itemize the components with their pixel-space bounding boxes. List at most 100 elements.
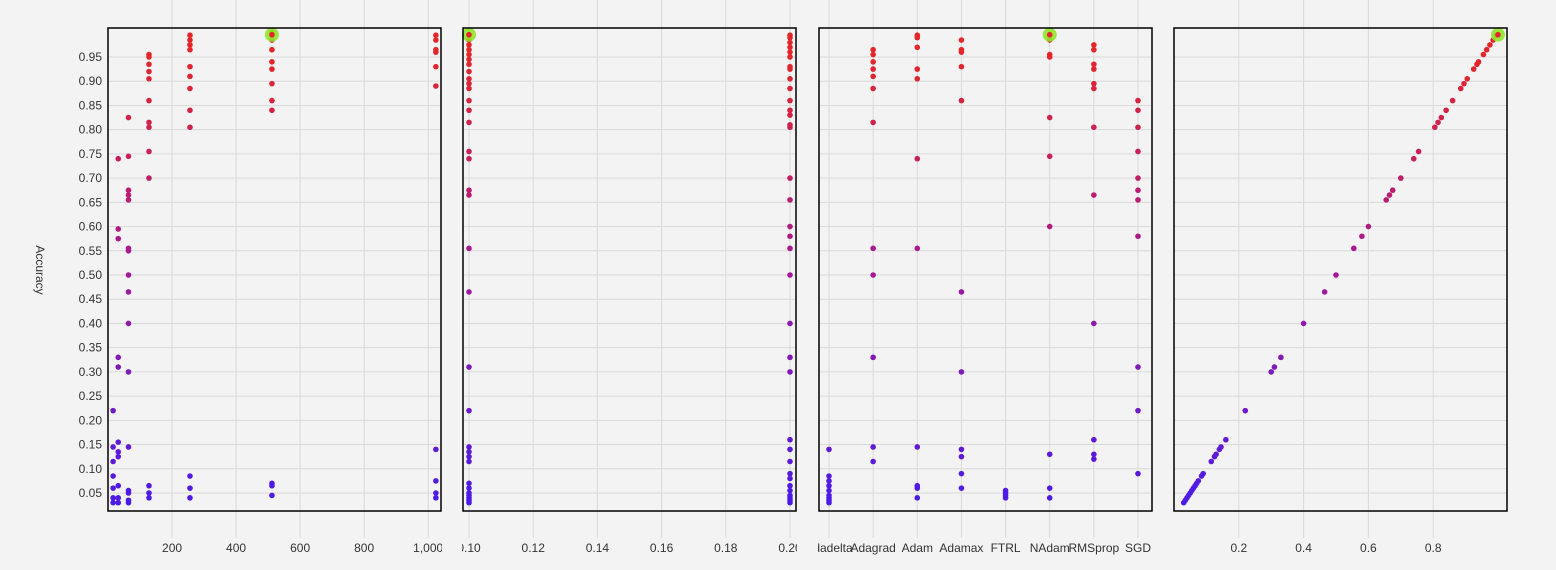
- data-point[interactable]: [1135, 187, 1141, 194]
- data-point[interactable]: [187, 495, 193, 501]
- data-point[interactable]: [958, 289, 965, 295]
- data-point[interactable]: [826, 478, 832, 484]
- data-point[interactable]: [110, 473, 116, 479]
- data-point[interactable]: [787, 107, 793, 114]
- data-point[interactable]: [466, 192, 472, 198]
- data-point[interactable]: [125, 153, 132, 160]
- data-point[interactable]: [1461, 80, 1467, 87]
- data-point[interactable]: [1464, 76, 1471, 82]
- data-point[interactable]: [1432, 124, 1438, 131]
- data-point[interactable]: [115, 155, 122, 162]
- data-point[interactable]: [870, 354, 876, 361]
- data-point[interactable]: [466, 76, 472, 82]
- data-point[interactable]: [466, 46, 472, 53]
- data-point[interactable]: [1091, 66, 1097, 72]
- data-point[interactable]: [787, 66, 793, 72]
- data-point[interactable]: [1091, 61, 1097, 68]
- data-point[interactable]: [787, 39, 793, 46]
- data-point[interactable]: [433, 490, 439, 496]
- best-point[interactable]: [269, 31, 275, 38]
- data-point[interactable]: [433, 32, 439, 38]
- data-point[interactable]: [787, 354, 793, 361]
- data-point[interactable]: [466, 449, 472, 455]
- data-point[interactable]: [787, 223, 793, 230]
- data-point[interactable]: [914, 495, 921, 501]
- data-point[interactable]: [1365, 223, 1372, 230]
- data-point[interactable]: [125, 192, 132, 198]
- data-point[interactable]: [466, 56, 472, 63]
- data-point[interactable]: [1200, 470, 1206, 477]
- data-point[interactable]: [870, 119, 876, 126]
- data-point[interactable]: [787, 470, 793, 477]
- data-point[interactable]: [1386, 192, 1393, 198]
- data-point[interactable]: [269, 66, 275, 72]
- data-point[interactable]: [958, 470, 965, 477]
- data-point[interactable]: [115, 354, 122, 361]
- data-point[interactable]: [433, 37, 439, 43]
- data-point[interactable]: [433, 63, 439, 70]
- data-point[interactable]: [787, 44, 793, 51]
- data-point[interactable]: [787, 475, 793, 482]
- data-point[interactable]: [958, 97, 965, 104]
- data-point[interactable]: [1480, 51, 1487, 58]
- data-point[interactable]: [1321, 289, 1328, 295]
- data-point[interactable]: [1218, 444, 1224, 450]
- data-point[interactable]: [146, 68, 152, 75]
- data-point[interactable]: [826, 482, 832, 489]
- data-point[interactable]: [433, 83, 439, 89]
- data-point[interactable]: [1091, 80, 1097, 87]
- data-point[interactable]: [115, 226, 122, 232]
- data-point[interactable]: [433, 446, 439, 453]
- data-point[interactable]: [269, 492, 275, 499]
- data-point[interactable]: [1135, 364, 1141, 370]
- data-point[interactable]: [146, 97, 152, 104]
- data-point[interactable]: [787, 320, 793, 327]
- data-point[interactable]: [1135, 175, 1141, 181]
- data-point[interactable]: [466, 97, 472, 104]
- data-point[interactable]: [1333, 272, 1339, 278]
- data-point[interactable]: [914, 34, 921, 41]
- data-point[interactable]: [1135, 407, 1141, 414]
- data-point[interactable]: [1475, 59, 1482, 65]
- data-point[interactable]: [1135, 97, 1141, 104]
- data-point[interactable]: [125, 320, 132, 327]
- data-point[interactable]: [1091, 85, 1097, 92]
- data-point[interactable]: [466, 61, 472, 68]
- data-point[interactable]: [1091, 436, 1097, 443]
- data-point[interactable]: [146, 54, 152, 60]
- data-point[interactable]: [826, 473, 832, 479]
- data-point[interactable]: [1435, 119, 1441, 126]
- data-point[interactable]: [1483, 46, 1490, 53]
- data-point[interactable]: [787, 482, 793, 489]
- data-point[interactable]: [115, 482, 122, 489]
- data-point[interactable]: [1091, 320, 1097, 327]
- data-point[interactable]: [187, 485, 193, 491]
- data-point[interactable]: [787, 272, 793, 278]
- data-point[interactable]: [110, 485, 116, 491]
- data-point[interactable]: [269, 59, 275, 65]
- data-point[interactable]: [466, 148, 472, 155]
- data-point[interactable]: [146, 482, 152, 489]
- data-point[interactable]: [146, 61, 152, 68]
- data-point[interactable]: [187, 46, 193, 53]
- data-point[interactable]: [269, 46, 275, 53]
- data-point[interactable]: [787, 34, 793, 41]
- data-point[interactable]: [787, 436, 793, 443]
- data-point[interactable]: [466, 480, 472, 487]
- data-point[interactable]: [1046, 54, 1053, 60]
- data-point[interactable]: [1359, 233, 1365, 240]
- data-point[interactable]: [914, 485, 921, 491]
- data-point[interactable]: [1208, 458, 1215, 465]
- data-point[interactable]: [110, 444, 116, 450]
- data-point[interactable]: [870, 59, 876, 65]
- data-point[interactable]: [1389, 187, 1396, 194]
- data-point[interactable]: [466, 444, 472, 450]
- data-point[interactable]: [433, 49, 439, 55]
- data-point[interactable]: [466, 289, 472, 295]
- data-point[interactable]: [1223, 436, 1229, 443]
- data-point[interactable]: [110, 499, 116, 506]
- data-point[interactable]: [1091, 42, 1097, 48]
- data-point[interactable]: [187, 73, 193, 80]
- data-point[interactable]: [146, 124, 152, 131]
- data-point[interactable]: [466, 364, 472, 370]
